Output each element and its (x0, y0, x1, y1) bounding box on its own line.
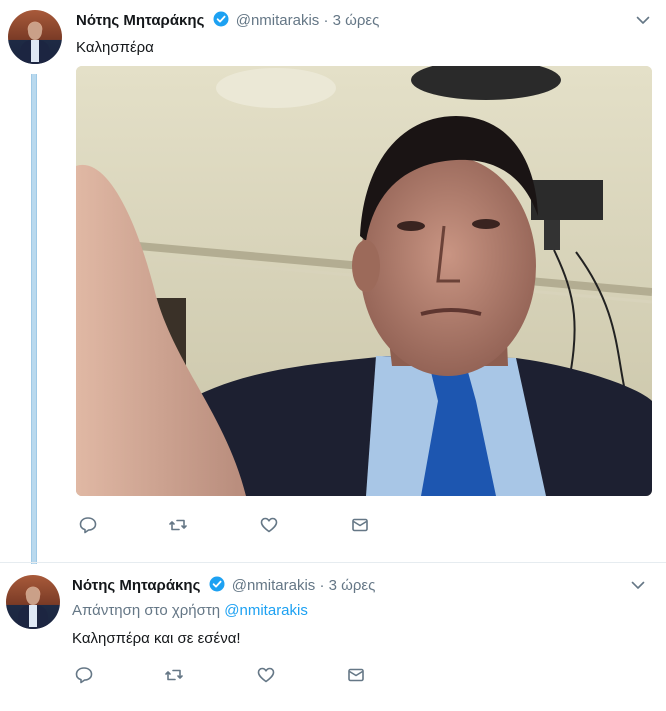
avatar[interactable] (6, 575, 60, 629)
retweet-icon[interactable] (164, 665, 184, 685)
tweet-photo[interactable] (76, 66, 652, 496)
author-name[interactable]: Νότης Μηταράκης (72, 577, 200, 594)
tweet-1: Νότης Μηταράκης @nmitarakis · 3 ώρες Καλ… (0, 0, 666, 550)
reply-icon[interactable] (74, 665, 94, 685)
reply-context: Απάντηση στο χρήστη @nmitarakis (72, 602, 308, 619)
reply-prefix: Απάντηση στο χρήστη (72, 602, 221, 619)
heart-icon[interactable] (256, 665, 276, 685)
timestamp[interactable]: 3 ώρες (329, 577, 376, 594)
avatar[interactable] (8, 10, 62, 64)
tweet-2: Νότης Μηταράκης @nmitarakis · 3 ώρες Απά… (0, 563, 666, 711)
separator-dot: · (319, 577, 325, 594)
chevron-down-icon[interactable] (630, 577, 646, 593)
heart-icon[interactable] (259, 515, 279, 535)
verified-badge-icon (213, 11, 229, 27)
selfie-image (76, 66, 652, 496)
verified-badge-icon (209, 576, 225, 592)
separator-dot: · (323, 12, 329, 29)
author-handle[interactable]: @nmitarakis (236, 12, 320, 29)
chevron-down-icon[interactable] (635, 12, 651, 28)
retweet-icon[interactable] (168, 515, 188, 535)
tweet-header: Νότης Μηταράκης @nmitarakis · 3 ώρες (76, 11, 379, 29)
envelope-icon[interactable] (350, 515, 370, 535)
author-name[interactable]: Νότης Μηταράκης (76, 12, 204, 29)
envelope-icon[interactable] (346, 665, 366, 685)
author-handle[interactable]: @nmitarakis (232, 577, 316, 594)
tweet-text: Καλησπέρα (76, 39, 154, 56)
tweet-header: Νότης Μηταράκης @nmitarakis · 3 ώρες (72, 576, 375, 594)
reply-icon[interactable] (78, 515, 98, 535)
reply-handle-link[interactable]: @nmitarakis (224, 602, 308, 619)
timestamp[interactable]: 3 ώρες (333, 12, 380, 29)
tweet-text: Καλησπέρα και σε εσένα! (72, 630, 241, 647)
